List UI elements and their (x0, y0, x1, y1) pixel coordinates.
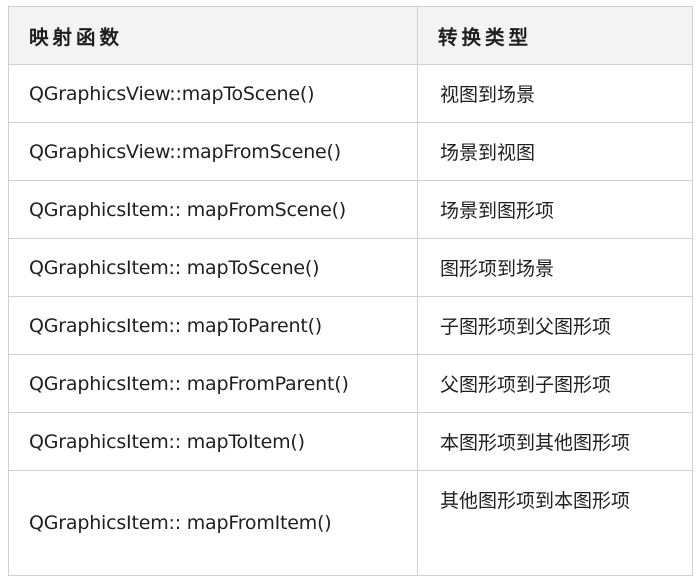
conversion-cell: 图形项到场景 (417, 238, 693, 297)
conversion-cell: 场景到视图 (417, 122, 693, 181)
header-conversion-type: 转换类型 (417, 6, 693, 65)
table-row: QGraphicsView::mapFromScene() 场景到视图 (8, 122, 693, 181)
table-row: QGraphicsItem:: mapToParent() 子图形项到父图形项 (8, 296, 693, 355)
table-row: QGraphicsView::mapToScene() 视图到场景 (8, 64, 693, 123)
conversion-cell: 场景到图形项 (417, 180, 693, 239)
function-cell: QGraphicsItem:: mapToParent() (8, 296, 418, 355)
function-cell: QGraphicsItem:: mapFromScene() (8, 180, 418, 239)
conversion-cell: 其他图形项到本图形项 (417, 470, 693, 576)
function-cell: QGraphicsItem:: mapToItem() (8, 412, 418, 471)
conversion-cell: 本图形项到其他图形项 (417, 412, 693, 471)
header-mapping-function: 映射函数 (8, 6, 418, 65)
function-cell: QGraphicsItem:: mapFromItem() (8, 470, 418, 576)
function-cell: QGraphicsView::mapFromScene() (8, 122, 418, 181)
table-row: QGraphicsItem:: mapToScene() 图形项到场景 (8, 238, 693, 297)
function-cell: QGraphicsItem:: mapFromParent() (8, 354, 418, 413)
table-row: QGraphicsItem:: mapFromParent() 父图形项到子图形… (8, 354, 693, 413)
function-cell: QGraphicsItem:: mapToScene() (8, 238, 418, 297)
table-row: QGraphicsItem:: mapToItem() 本图形项到其他图形项 (8, 412, 693, 471)
table-header-row: 映射函数 转换类型 (8, 6, 693, 65)
mapping-functions-table: 映射函数 转换类型 QGraphicsView::mapToScene() 视图… (8, 6, 693, 576)
conversion-cell: 子图形项到父图形项 (417, 296, 693, 355)
table-row: QGraphicsItem:: mapFromScene() 场景到图形项 (8, 180, 693, 239)
table-row: QGraphicsItem:: mapFromItem() 其他图形项到本图形项 (8, 470, 693, 576)
conversion-cell: 视图到场景 (417, 64, 693, 123)
conversion-cell: 父图形项到子图形项 (417, 354, 693, 413)
function-cell: QGraphicsView::mapToScene() (8, 64, 418, 123)
